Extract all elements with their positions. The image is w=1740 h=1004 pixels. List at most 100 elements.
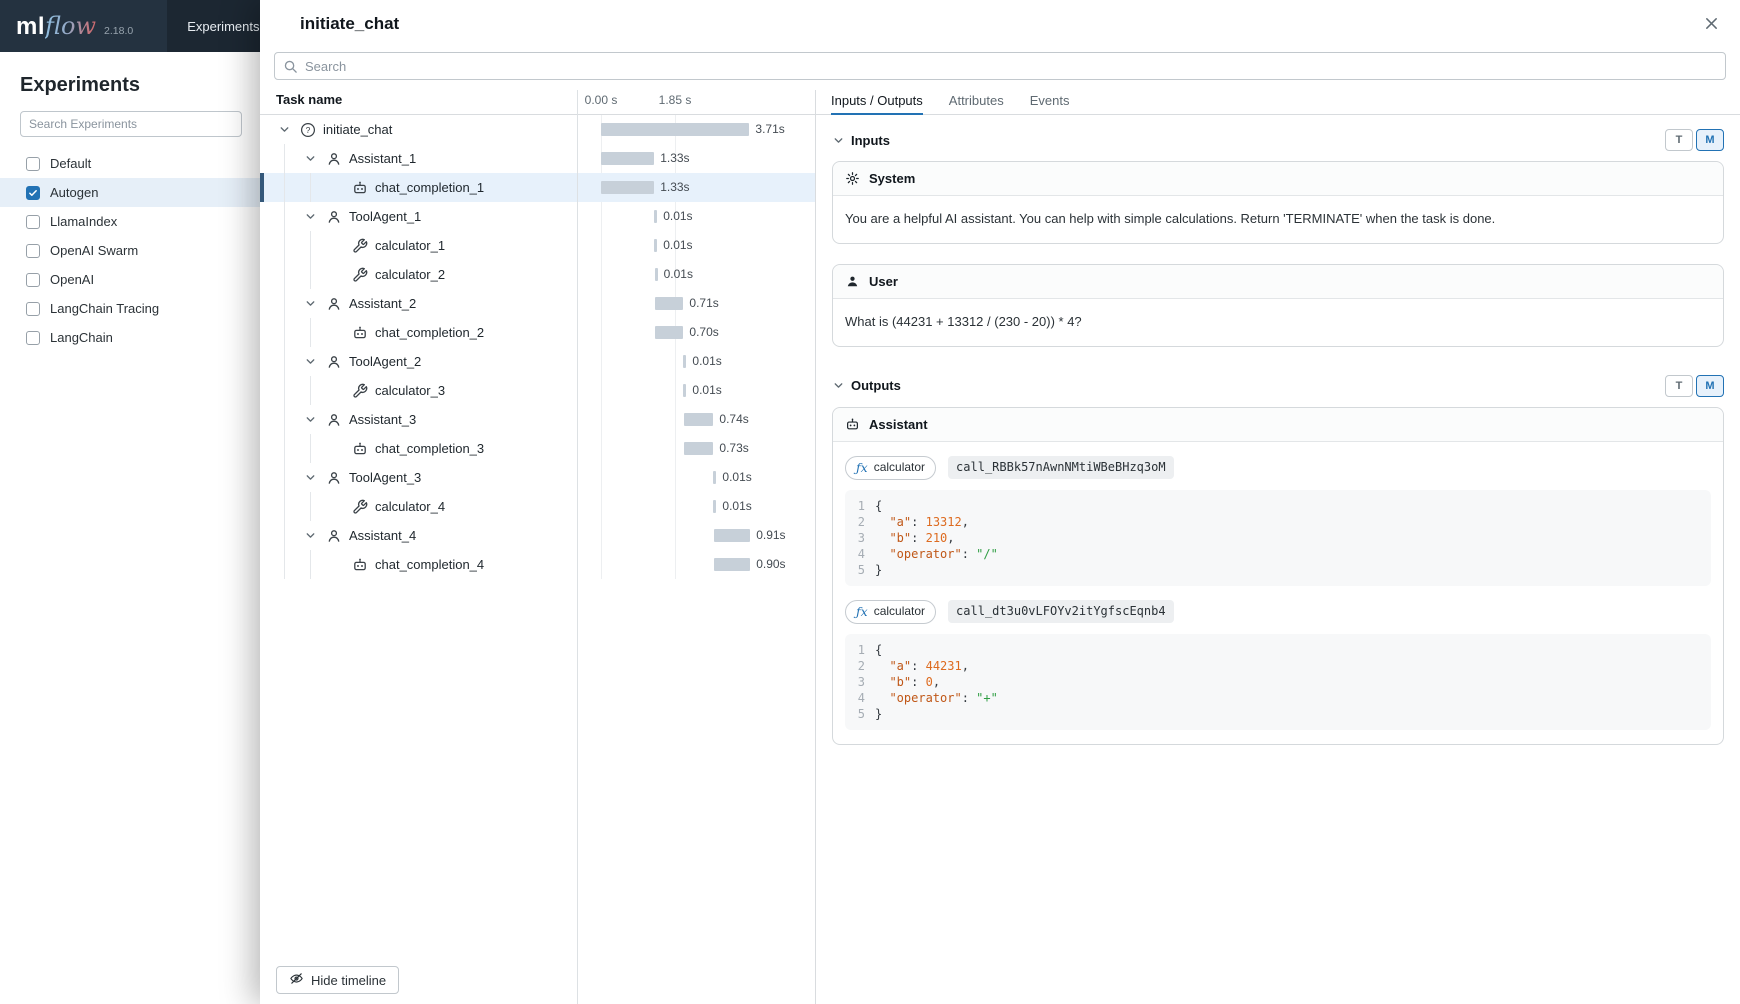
hide-timeline-button[interactable]: Hide timeline xyxy=(276,966,399,994)
code-line-content: "b": 0, xyxy=(875,674,940,690)
tool-call-id: call_dt3u0vLFOYv2itYgfscEqnb4 xyxy=(948,600,1174,623)
span-row-chat-completion-3[interactable]: chat_completion_30.73s xyxy=(260,434,815,463)
span-row-calculator-2[interactable]: calculator_20.01s xyxy=(260,260,815,289)
span-row-calculator-4[interactable]: calculator_40.01s xyxy=(260,492,815,521)
tab-events[interactable]: Events xyxy=(1030,90,1070,115)
expand-chevron-icon[interactable] xyxy=(300,149,320,169)
span-name: ToolAgent_1 xyxy=(349,209,421,224)
experiment-item-langchain[interactable]: LangChain xyxy=(0,323,260,352)
close-button[interactable] xyxy=(1698,12,1724,38)
render-as-markdown-button[interactable]: M xyxy=(1696,375,1724,397)
render-as-markdown-button[interactable]: M xyxy=(1696,129,1724,151)
tab-inputs-outputs[interactable]: Inputs / Outputs xyxy=(831,90,923,115)
duration-bar[interactable] xyxy=(714,558,750,571)
render-as-text-button[interactable]: T xyxy=(1665,375,1693,397)
tool-call-function-name: calculator xyxy=(874,459,925,476)
span-row-chat-completion-1[interactable]: chat_completion_11.33s xyxy=(260,173,815,202)
outputs-collapse-chevron-icon[interactable] xyxy=(832,379,845,392)
span-row-assistant-1[interactable]: Assistant_11.33s xyxy=(260,144,815,173)
duration-bar[interactable] xyxy=(655,297,683,310)
code-line-number: 1 xyxy=(845,498,875,514)
span-name: calculator_3 xyxy=(375,383,445,398)
span-row-calculator-3[interactable]: calculator_30.01s xyxy=(260,376,815,405)
experiment-checkbox[interactable] xyxy=(26,186,40,200)
duration-bar[interactable] xyxy=(601,152,654,165)
duration-bar[interactable] xyxy=(654,239,657,252)
span-name: chat_completion_3 xyxy=(375,441,484,456)
span-row-assistant-3[interactable]: Assistant_3 0.74s xyxy=(260,405,815,434)
tree-guide-line xyxy=(284,434,285,463)
expand-chevron-icon[interactable] xyxy=(300,294,320,314)
experiment-label: LangChain Tracing xyxy=(50,301,159,316)
function-icon: ƒx xyxy=(856,459,868,477)
pane-divider[interactable] xyxy=(815,90,816,1004)
inputs-collapse-chevron-icon[interactable] xyxy=(832,134,845,147)
experiment-item-openai-swarm[interactable]: OpenAI Swarm xyxy=(0,236,260,265)
span-row-initiate-chat[interactable]: ?initiate_chat3.71s xyxy=(260,115,815,144)
trace-search[interactable] xyxy=(274,52,1726,80)
experiment-checkbox[interactable] xyxy=(26,331,40,345)
duration-bar[interactable] xyxy=(655,326,683,339)
expand-chevron-icon[interactable] xyxy=(300,526,320,546)
span-row-toolagent-2[interactable]: ToolAgent_20.01s xyxy=(260,347,815,376)
tool-call-pill[interactable]: ƒxcalculator xyxy=(845,600,936,624)
duration-bar[interactable] xyxy=(654,210,657,223)
experiment-item-default[interactable]: Default xyxy=(0,149,260,178)
experiment-checkbox[interactable] xyxy=(26,273,40,287)
tool-call-row: ƒxcalculatorcall_RBBk57nAwnNMtiWBeBHzq3o… xyxy=(845,456,1711,480)
sidebar-title: Experiments xyxy=(20,74,260,97)
code-line-number: 4 xyxy=(845,546,875,562)
expand-chevron-icon[interactable] xyxy=(300,207,320,227)
duration-bar[interactable] xyxy=(713,500,716,513)
render-as-text-button[interactable]: T xyxy=(1665,129,1693,151)
span-row-assistant-2[interactable]: Assistant_20.71s xyxy=(260,289,815,318)
trace-search-input[interactable] xyxy=(305,59,1717,74)
span-row-toolagent-1[interactable]: ToolAgent_10.01s xyxy=(260,202,815,231)
span-row-toolagent-3[interactable]: ToolAgent_30.01s xyxy=(260,463,815,492)
duration-bar[interactable] xyxy=(655,268,658,281)
span-row-assistant-4[interactable]: Assistant_40.91s xyxy=(260,521,815,550)
span-row-calculator-1[interactable]: calculator_10.01s xyxy=(260,231,815,260)
duration-bar[interactable] xyxy=(714,529,750,542)
duration-label: 1.33s xyxy=(660,173,689,202)
names-timeline-divider[interactable] xyxy=(577,90,578,1004)
span-row-chat-completion-2[interactable]: chat_completion_20.70s xyxy=(260,318,815,347)
duration-bar[interactable] xyxy=(684,442,713,455)
tab-attributes[interactable]: Attributes xyxy=(949,90,1004,115)
tree-guide-line xyxy=(284,173,285,202)
experiment-checkbox[interactable] xyxy=(26,215,40,229)
wrench-icon xyxy=(352,267,368,283)
experiment-item-langchain-tracing[interactable]: LangChain Tracing xyxy=(0,294,260,323)
message-card-system: SystemYou are a helpful AI assistant. Yo… xyxy=(832,161,1724,244)
message-card-user-header: User xyxy=(833,265,1723,299)
span-name: Assistant_4 xyxy=(349,528,416,543)
outputs-section-title: Outputs xyxy=(851,378,901,393)
span-name: Assistant_3 xyxy=(349,412,416,427)
experiment-item-autogen[interactable]: Autogen xyxy=(0,178,260,207)
expand-chevron-icon[interactable] xyxy=(274,120,294,140)
mlflow-logo: mlflow 2.18.0 xyxy=(0,12,133,41)
experiments-search-input[interactable] xyxy=(20,111,242,137)
span-row-chat-completion-4[interactable]: chat_completion_40.90s xyxy=(260,550,815,579)
expand-chevron-icon[interactable] xyxy=(300,468,320,488)
code-line-content: } xyxy=(875,562,882,578)
duration-bar[interactable] xyxy=(684,413,714,426)
tool-call-pill[interactable]: ƒx calculator xyxy=(845,456,936,480)
duration-bar[interactable] xyxy=(601,181,654,194)
duration-bar[interactable] xyxy=(713,471,716,484)
duration-label: 3.71s xyxy=(755,115,784,144)
span-row-timeline-cell: 0.01s xyxy=(577,260,815,289)
svg-text:?: ? xyxy=(306,125,311,135)
span-row-timeline-cell: 0.74s xyxy=(577,405,815,434)
duration-bar[interactable] xyxy=(601,123,749,136)
experiment-checkbox[interactable] xyxy=(26,157,40,171)
expand-chevron-icon[interactable] xyxy=(300,352,320,372)
duration-bar[interactable] xyxy=(683,355,686,368)
duration-bar[interactable] xyxy=(683,384,686,397)
code-line-number: 2 xyxy=(845,514,875,530)
experiment-checkbox[interactable] xyxy=(26,244,40,258)
expand-chevron-icon[interactable] xyxy=(300,410,320,430)
experiment-checkbox[interactable] xyxy=(26,302,40,316)
experiment-item-llamaindex[interactable]: LlamaIndex xyxy=(0,207,260,236)
experiment-item-openai[interactable]: OpenAI xyxy=(0,265,260,294)
